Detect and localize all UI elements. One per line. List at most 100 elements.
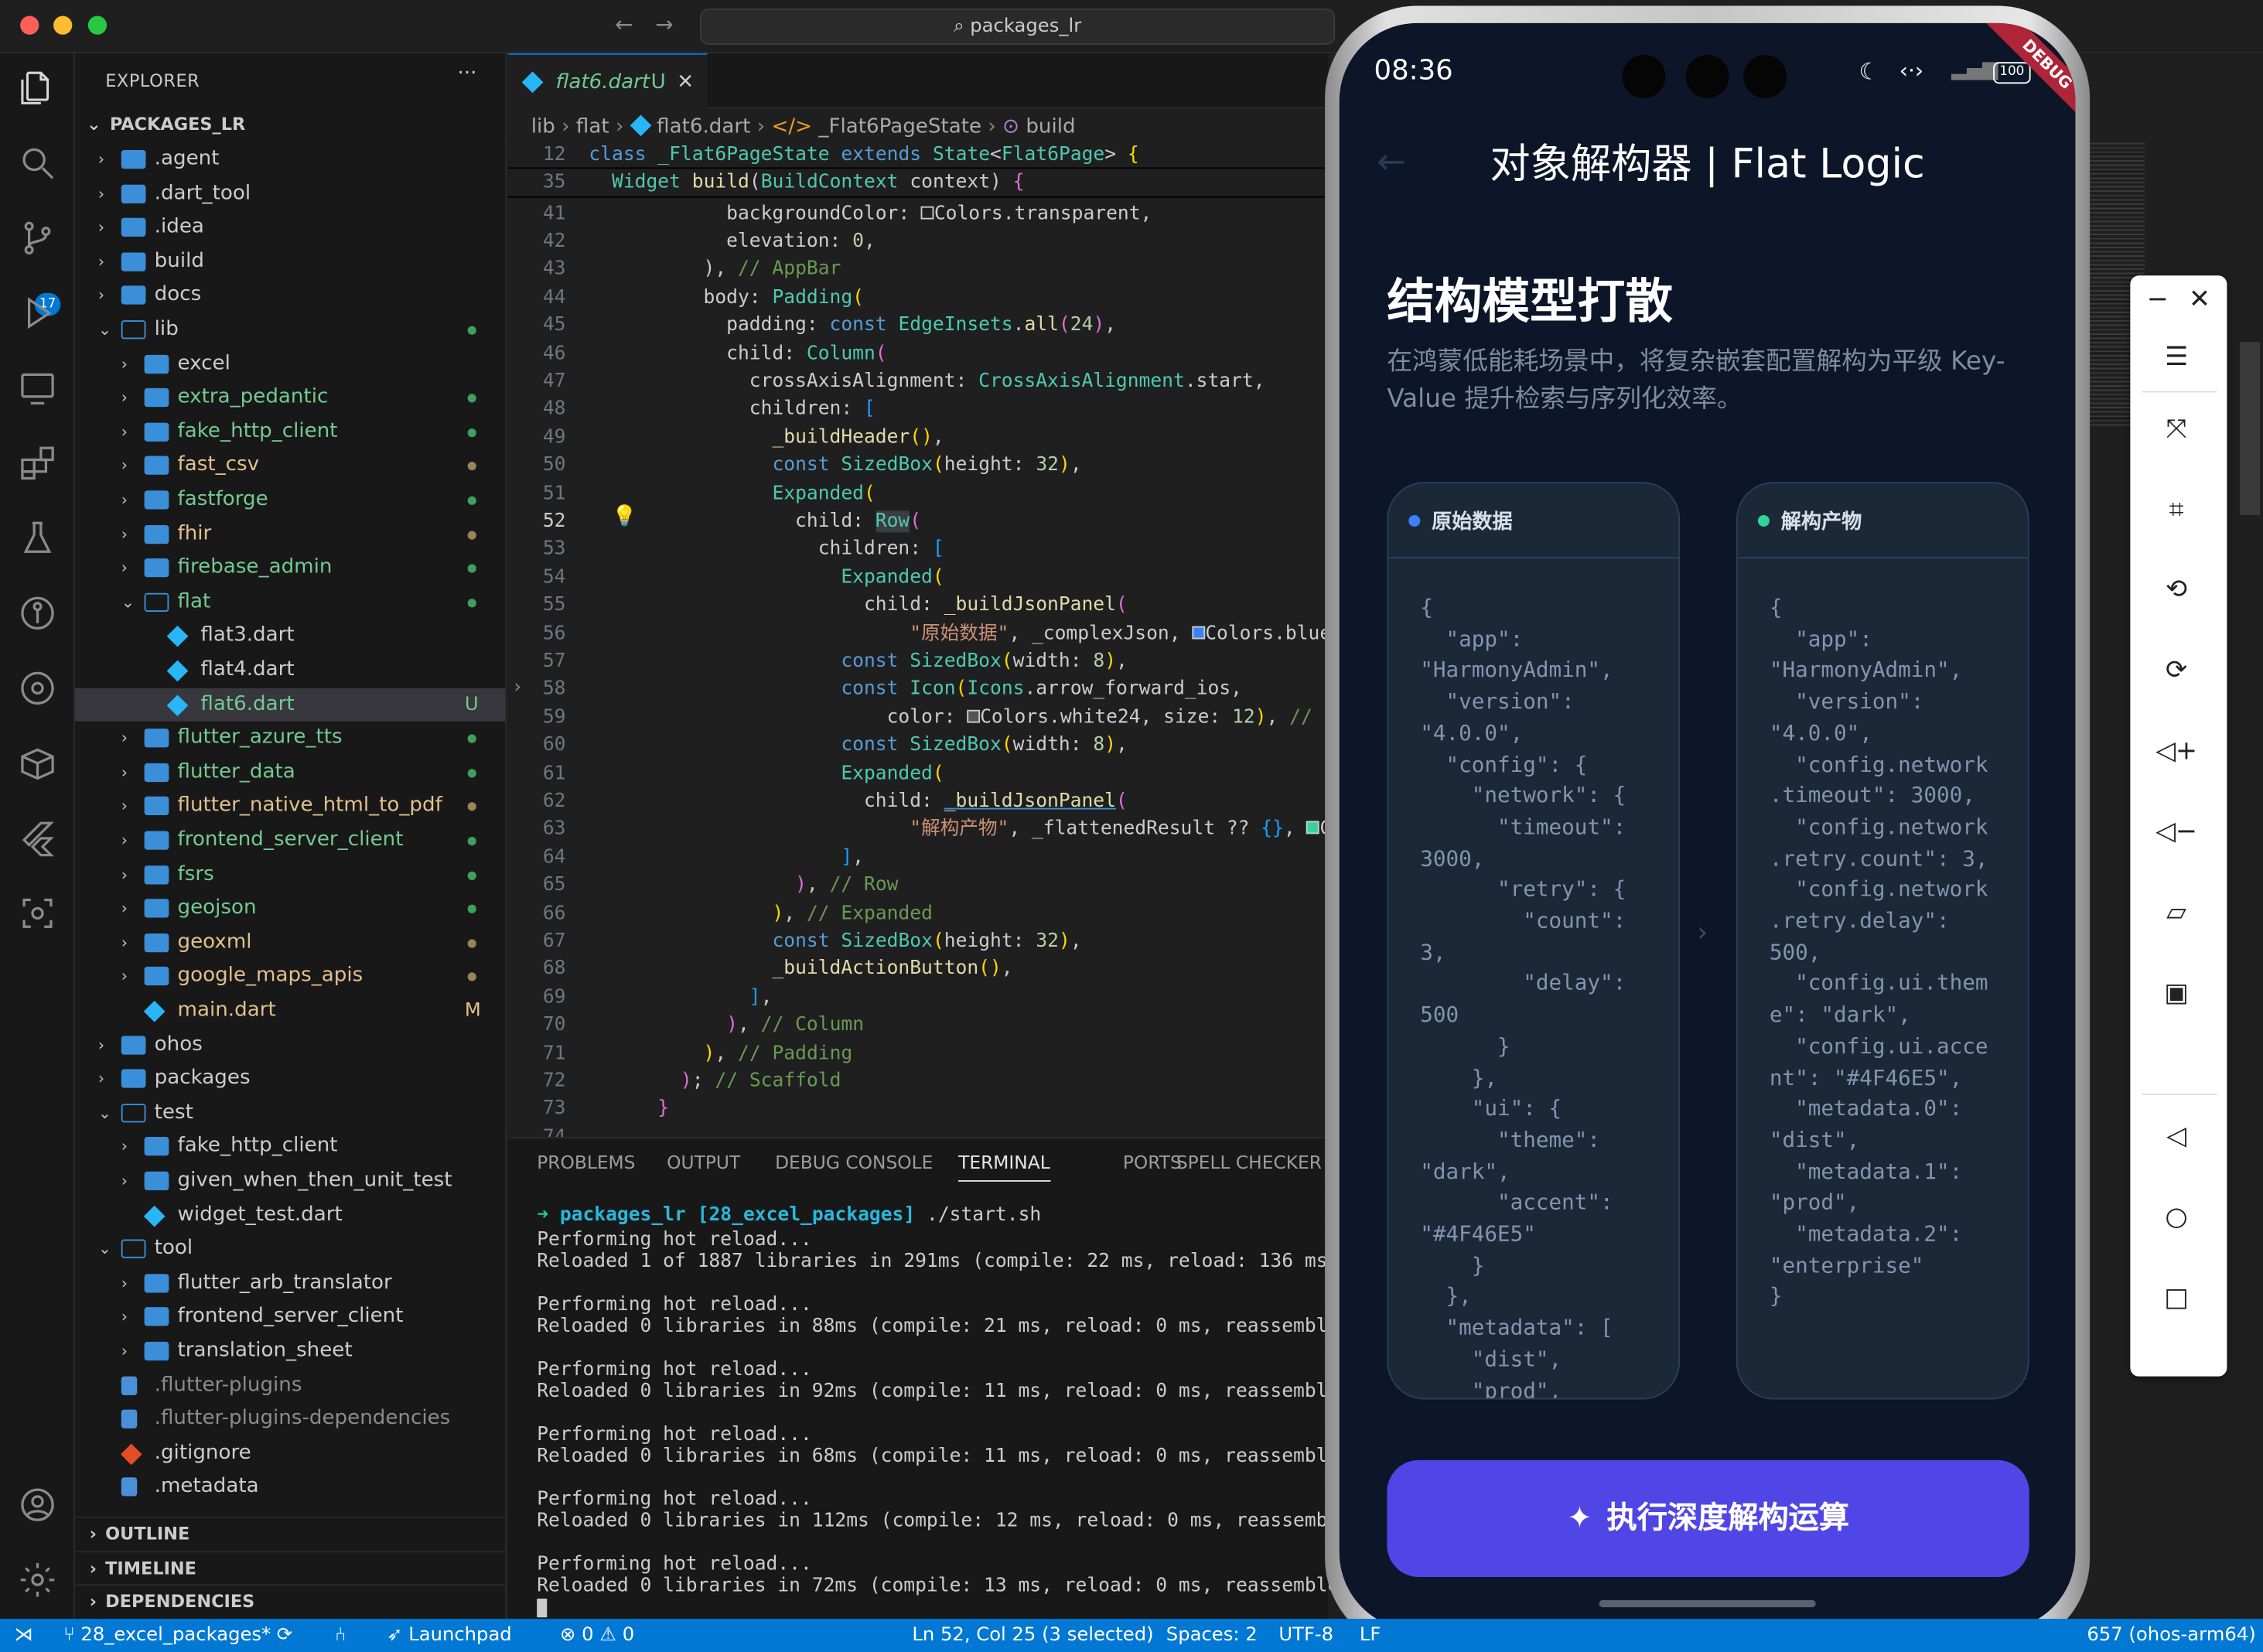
tree-item[interactable]: › translation_sheet <box>75 1335 505 1369</box>
tree-item[interactable]: › .agent <box>75 143 505 177</box>
tree-item[interactable]: ⌄ lib <box>75 313 505 347</box>
tree-item[interactable]: › excel <box>75 347 505 381</box>
code-line[interactable]: 44 body: Padding( <box>508 284 1328 312</box>
gitlens-icon[interactable] <box>17 668 57 708</box>
tree-item[interactable]: › geojson <box>75 892 505 926</box>
code-line[interactable]: 57 const SizedBox(width: 8), <box>508 647 1328 675</box>
git-graph-icon[interactable] <box>17 593 57 633</box>
code-line[interactable]: 69 ], <box>508 984 1328 1012</box>
code-line[interactable]: 50 const SizedBox(height: 32), <box>508 452 1328 480</box>
tree-item[interactable]: › ohos <box>75 1028 505 1062</box>
tree-item[interactable]: › extra_pedantic <box>75 381 505 415</box>
pin-icon[interactable]: ⤧ <box>2155 408 2198 452</box>
tree-item[interactable]: flat4.dart <box>75 654 505 688</box>
tree-item[interactable]: flat3.dart <box>75 620 505 654</box>
breadcrumb-item[interactable]: lib <box>531 115 555 138</box>
code-line[interactable]: 55 child: _buildJsonPanel( <box>508 592 1328 620</box>
tree-item[interactable]: .metadata <box>75 1471 505 1505</box>
device-status[interactable]: 657 (ohos-arm64) <box>2087 1619 2255 1652</box>
code-line[interactable]: 70 ), // Column <box>508 1012 1328 1039</box>
tree-item[interactable]: .flutter-plugins <box>75 1369 505 1403</box>
tree-item[interactable]: › packages <box>75 1062 505 1096</box>
tab-flat6-dart[interactable]: flat6.dart U ✕ <box>507 53 708 108</box>
code-line[interactable]: 71 ), // Padding <box>508 1039 1328 1067</box>
tree-item[interactable]: › frontend_server_client <box>75 1301 505 1335</box>
tree-item[interactable]: › flutter_azure_tts <box>75 722 505 756</box>
sticky-scroll-line[interactable]: 35 Widget build(BuildContext context) { <box>507 169 1328 198</box>
workspace-root[interactable]: ⌄ PACKAGES_LR <box>87 114 245 134</box>
panel-tab[interactable]: PORTS <box>1123 1152 1182 1173</box>
tree-item[interactable]: › fake_http_client <box>75 415 505 449</box>
forward-arrow-icon[interactable]: → <box>655 12 673 38</box>
panel-tab[interactable]: OUTPUT <box>667 1152 740 1173</box>
tree-item[interactable]: ⌄ test <box>75 1096 505 1130</box>
breadcrumb-item[interactable]: flat <box>576 115 609 138</box>
search-icon[interactable] <box>17 143 57 183</box>
code-line[interactable]: 59 color: Colors.white24, size: 12), // … <box>508 704 1358 732</box>
volume-down-icon[interactable]: ◁− <box>2155 811 2198 854</box>
back-icon[interactable]: ◁ <box>2155 1115 2198 1159</box>
json-panel-original[interactable]: 原始数据 { "app": "HarmonyAdmin", "version":… <box>1387 482 1681 1400</box>
code-line[interactable]: 72 ); // Scaffold <box>508 1067 1328 1095</box>
code-line[interactable]: 53 children: [ <box>508 536 1328 564</box>
flutter-icon[interactable] <box>17 818 57 858</box>
shake-icon[interactable]: ▱ <box>2155 892 2198 935</box>
remote-indicator-icon[interactable]: ⋊ <box>15 1619 33 1652</box>
tree-item[interactable]: flat6.dart U <box>75 688 506 722</box>
containers-icon[interactable] <box>17 743 57 783</box>
cursor-position[interactable]: Ln 52, Col 25 (3 selected) <box>912 1619 1153 1652</box>
home-icon[interactable]: ○ <box>2155 1196 2198 1239</box>
code-line[interactable]: 63 "解构产物", _flattenedResult ?? {}, Co <box>508 816 1343 844</box>
close-window-button[interactable] <box>20 15 39 35</box>
menu-icon[interactable]: ☰ <box>2155 336 2198 380</box>
back-arrow-icon[interactable]: ← <box>615 12 633 38</box>
code-line[interactable]: 67 const SizedBox(height: 32), <box>508 927 1328 955</box>
tree-item[interactable]: › fhir <box>75 517 505 551</box>
source-control-icon[interactable] <box>17 218 57 258</box>
panel-tab[interactable]: DEBUG CONSOLE <box>775 1152 933 1173</box>
tree-item[interactable]: .gitignore <box>75 1437 505 1471</box>
panel-tab[interactable]: SPELL CHECKER <box>1176 1152 1322 1173</box>
minimize-window-button[interactable] <box>53 15 73 35</box>
tree-item[interactable]: › build <box>75 245 505 279</box>
minimize-icon[interactable]: − <box>2136 278 2179 322</box>
more-actions-icon[interactable]: ··· <box>458 62 477 85</box>
source-graph-icon[interactable]: ⑃ <box>335 1619 346 1652</box>
code-line[interactable]: 62 child: _buildJsonPanel( <box>508 787 1328 815</box>
maximize-window-button[interactable] <box>87 15 108 35</box>
fold-icon[interactable]: ▣ <box>2155 972 2198 1015</box>
code-line[interactable]: 68 _buildActionButton(), <box>508 956 1328 984</box>
json-panel-flattened[interactable]: 解构产物 { "app": "HarmonyAdmin", "version":… <box>1736 482 2029 1400</box>
tree-item[interactable]: ⌄ tool <box>75 1232 505 1266</box>
code-line[interactable]: 64 ], <box>508 844 1328 872</box>
home-indicator[interactable] <box>1599 1599 1816 1608</box>
code-line[interactable]: 42 elevation: 0, <box>508 228 1328 256</box>
tree-item[interactable]: › fake_http_client <box>75 1130 505 1164</box>
tree-item[interactable]: ⌄ flat <box>75 585 505 620</box>
recents-icon[interactable]: □ <box>2155 1277 2198 1320</box>
breadcrumb-item[interactable]: _Flat6PageState <box>818 115 981 138</box>
tree-item[interactable]: › flutter_native_html_to_pdf <box>75 790 505 824</box>
tree-item[interactable]: main.dart M <box>75 994 505 1028</box>
code-line[interactable]: 49 _buildHeader(), <box>508 424 1328 452</box>
tree-item[interactable]: › firebase_admin <box>75 551 505 585</box>
tree-item[interactable]: › flutter_arb_translator <box>75 1267 505 1301</box>
tree-item[interactable]: widget_test.dart <box>75 1198 505 1232</box>
crop-icon[interactable]: ⌗ <box>2155 489 2198 532</box>
code-line[interactable]: 46 child: Column( <box>508 340 1328 367</box>
execute-flatten-button[interactable]: ✦ 执行深度解构运算 <box>1387 1459 2029 1577</box>
extensions-icon[interactable] <box>17 443 57 483</box>
rotate-left-icon[interactable]: ⟲ <box>2155 568 2198 612</box>
volume-up-icon[interactable]: ◁+ <box>2155 730 2198 773</box>
breadcrumb-item[interactable]: flat6.dart <box>657 115 750 138</box>
tree-item[interactable]: › frontend_server_client <box>75 824 505 858</box>
code-line[interactable]: 47 crossAxisAlignment: CrossAxisAlignmen… <box>508 367 1328 395</box>
panel-tab[interactable]: TERMINAL <box>958 1152 1050 1182</box>
code-line[interactable]: 56 "原始数据", _complexJson, Colors.blueA <box>508 620 1343 647</box>
remote-explorer-icon[interactable] <box>17 368 57 408</box>
close-icon[interactable]: ✕ <box>2178 278 2221 322</box>
account-icon[interactable] <box>17 1485 57 1525</box>
code-line[interactable]: 61 Expanded( <box>508 759 1328 787</box>
command-center-search[interactable]: ⌕ packages_lr <box>700 9 1336 45</box>
tree-item[interactable]: › flutter_data <box>75 756 505 790</box>
